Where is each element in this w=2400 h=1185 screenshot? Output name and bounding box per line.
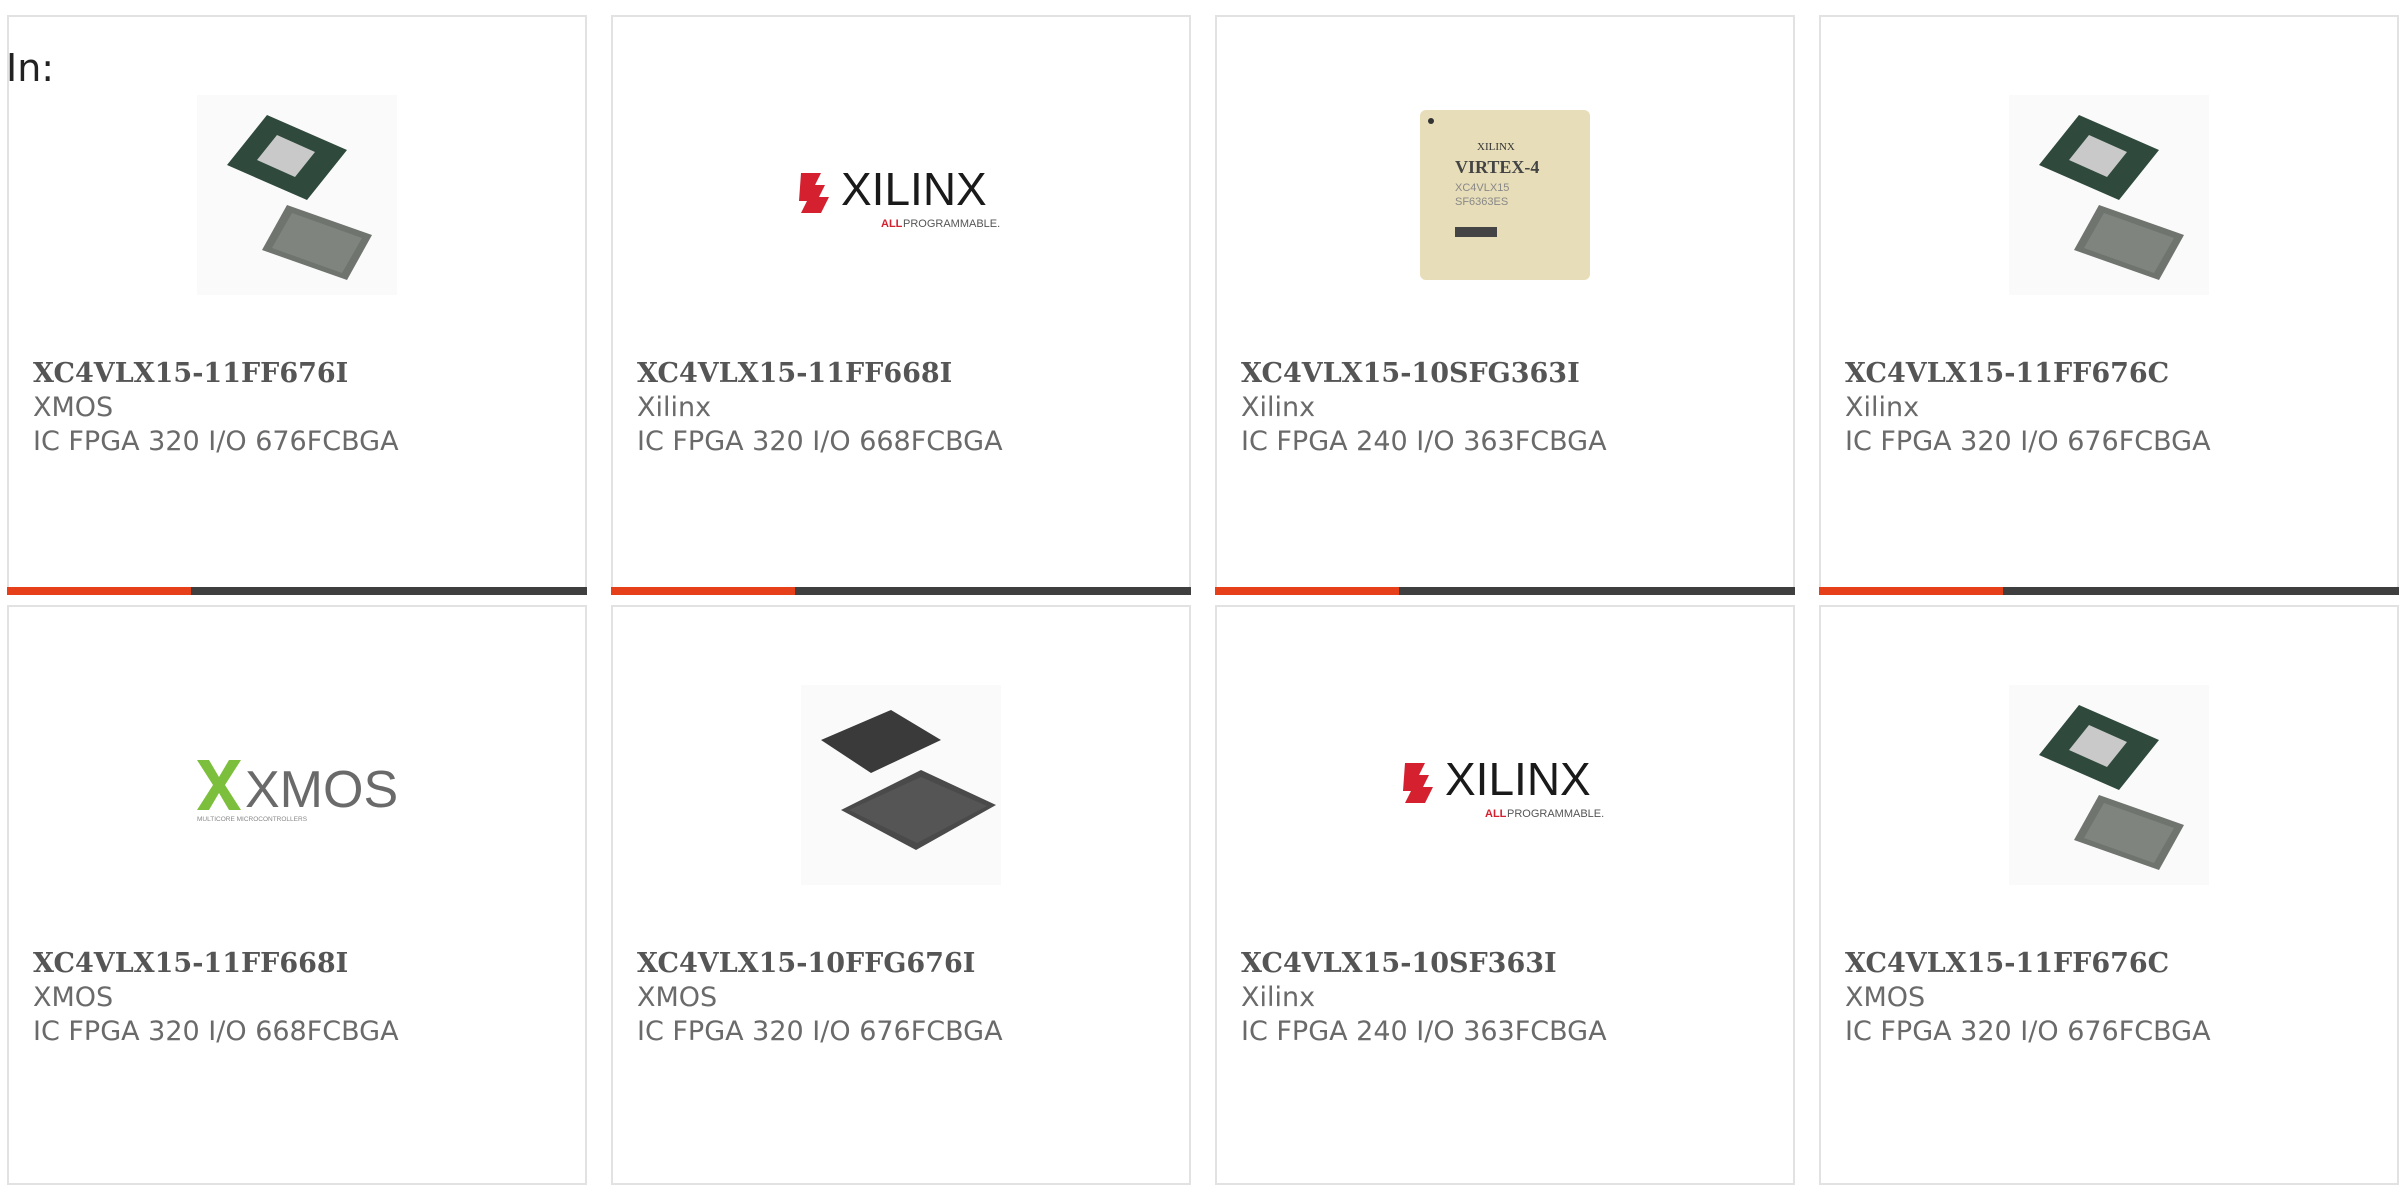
- product-image: XILINX ALL PROGRAMMABLE.: [613, 85, 1189, 305]
- description: IC FPGA 240 I/O 363FCBGA: [1241, 426, 1607, 457]
- product-image: XMOS MULTICORE MICROCONTROLLERS: [9, 675, 585, 895]
- xilinx-logo: XILINX ALL PROGRAMMABLE.: [1403, 753, 1604, 820]
- card-accent-bar: [1215, 587, 1795, 595]
- part-number[interactable]: XC4VLX15-10FFG676I: [637, 947, 1173, 981]
- product-card[interactable]: XC4VLX15-10FFG676I XMOS IC FPGA 320 I/O …: [611, 605, 1191, 1185]
- svg-text:XILINX: XILINX: [1477, 141, 1515, 153]
- part-number[interactable]: XC4VLX15-11FF676C: [1845, 357, 2381, 391]
- product-image: [613, 675, 1189, 895]
- xilinx-logo: XILINX ALL PROGRAMMABLE.: [799, 163, 1000, 230]
- svg-text:XMOS: XMOS: [245, 761, 398, 819]
- part-number[interactable]: XC4VLX15-11FF668I: [33, 947, 569, 981]
- manufacturer: XMOS: [33, 392, 114, 423]
- product-card[interactable]: XILINX VIRTEX-4 XC4VLX15 SF6363ES XC4VLX…: [1215, 15, 1795, 595]
- svg-text:ALL: ALL: [1485, 808, 1507, 820]
- description: IC FPGA 320 I/O 676FCBGA: [1845, 426, 2211, 457]
- part-number[interactable]: XC4VLX15-10SF363I: [1241, 947, 1777, 981]
- part-number[interactable]: XC4VLX15-11FF676C: [1845, 947, 2381, 981]
- product-card[interactable]: XC4VLX15-11FF676C XMOS IC FPGA 320 I/O 6…: [1819, 605, 2399, 1185]
- svg-text:VIRTEX-4: VIRTEX-4: [1455, 157, 1539, 177]
- virtex4-chip-icon: XILINX VIRTEX-4 XC4VLX15 SF6363ES: [1420, 110, 1590, 280]
- product-image: XILINX VIRTEX-4 XC4VLX15 SF6363ES: [1217, 85, 1793, 305]
- bga-chip-green-icon: [197, 95, 397, 295]
- svg-text:SF6363ES: SF6363ES: [1455, 196, 1508, 208]
- part-number[interactable]: XC4VLX15-11FF668I: [637, 357, 1173, 391]
- description: IC FPGA 320 I/O 668FCBGA: [33, 1016, 399, 1047]
- in-label: In:: [6, 46, 55, 90]
- product-image: [9, 85, 585, 305]
- bga-chip-green-icon: [2009, 685, 2209, 885]
- part-number[interactable]: XC4VLX15-11FF676I: [33, 357, 569, 391]
- manufacturer: Xilinx: [637, 392, 712, 423]
- svg-text:MULTICORE MICROCONTROLLERS: MULTICORE MICROCONTROLLERS: [197, 816, 308, 823]
- card-accent-bar: [1819, 587, 2399, 595]
- product-card[interactable]: XMOS MULTICORE MICROCONTROLLERS XC4VLX15…: [7, 605, 587, 1185]
- manufacturer: Xilinx: [1241, 982, 1316, 1013]
- bga-chip-black-icon: [801, 685, 1001, 885]
- card-accent-bar: [611, 587, 1191, 595]
- manufacturer: XMOS: [33, 982, 114, 1013]
- xmos-logo: XMOS MULTICORE MICROCONTROLLERS: [197, 760, 398, 823]
- product-grid: XC4VLX15-11FF676I XMOS IC FPGA 320 I/O 6…: [7, 15, 2399, 1185]
- card-accent-bar: [7, 587, 587, 595]
- svg-text:PROGRAMMABLE.: PROGRAMMABLE.: [1507, 808, 1604, 820]
- description: IC FPGA 240 I/O 363FCBGA: [1241, 1016, 1607, 1047]
- manufacturer: XMOS: [637, 982, 718, 1013]
- product-card[interactable]: XILINX ALL PROGRAMMABLE. XC4VLX15-11FF66…: [611, 15, 1191, 595]
- description: IC FPGA 320 I/O 668FCBGA: [637, 426, 1003, 457]
- svg-text:PROGRAMMABLE.: PROGRAMMABLE.: [903, 218, 1000, 230]
- description: IC FPGA 320 I/O 676FCBGA: [637, 1016, 1003, 1047]
- product-image: [1821, 85, 2397, 305]
- product-card[interactable]: XILINX ALL PROGRAMMABLE. XC4VLX15-10SF36…: [1215, 605, 1795, 1185]
- manufacturer: XMOS: [1845, 982, 1926, 1013]
- product-image: XILINX ALL PROGRAMMABLE.: [1217, 675, 1793, 895]
- part-number[interactable]: XC4VLX15-10SFG363I: [1241, 357, 1777, 391]
- product-card[interactable]: XC4VLX15-11FF676C Xilinx IC FPGA 320 I/O…: [1819, 15, 2399, 595]
- product-card[interactable]: XC4VLX15-11FF676I XMOS IC FPGA 320 I/O 6…: [7, 15, 587, 595]
- manufacturer: Xilinx: [1845, 392, 1920, 423]
- svg-text:XILINX: XILINX: [1445, 753, 1591, 805]
- description: IC FPGA 320 I/O 676FCBGA: [33, 426, 399, 457]
- svg-text:XC4VLX15: XC4VLX15: [1455, 182, 1509, 194]
- product-image: [1821, 675, 2397, 895]
- description: IC FPGA 320 I/O 676FCBGA: [1845, 1016, 2211, 1047]
- svg-text:XILINX: XILINX: [841, 163, 987, 215]
- svg-text:ALL: ALL: [881, 218, 903, 230]
- bga-chip-green-icon: [2009, 95, 2209, 295]
- manufacturer: Xilinx: [1241, 392, 1316, 423]
